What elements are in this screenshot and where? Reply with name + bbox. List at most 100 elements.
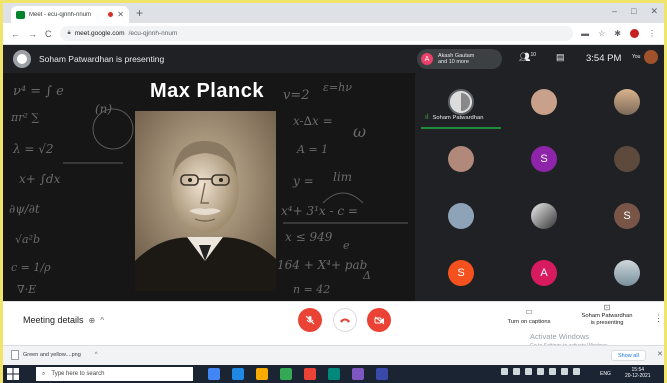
participant-avatar-s2: S: [614, 202, 640, 229]
participant-tile-5[interactable]: S: [504, 130, 584, 187]
app-icon-5[interactable]: [304, 368, 316, 380]
browser-tab-meet[interactable]: Meet - ecu-qjnnh-nnum ✕: [11, 6, 129, 23]
extensions-icon[interactable]: ✱: [614, 29, 621, 38]
download-bar-close-icon[interactable]: ✕: [657, 350, 663, 358]
pill-line1: Akash Gautam: [438, 52, 475, 59]
participant-avatar-a: A: [531, 259, 557, 286]
active-speaker-label: ıl Soham Patwardhan: [425, 114, 483, 121]
app-icon-4[interactable]: [280, 368, 292, 380]
participant-photo-2: [531, 88, 557, 115]
svg-text:∇·E: ∇·E: [17, 283, 36, 296]
volume-icon[interactable]: [573, 368, 580, 375]
download-filename: Green and yellow....png: [23, 352, 81, 358]
captions-label: Turn on captions: [507, 319, 551, 325]
participant-tile-2[interactable]: [504, 73, 584, 130]
file-explorer-icon[interactable]: [256, 368, 268, 380]
chevron-up-icon[interactable]: ^: [95, 352, 98, 358]
mic-off-button[interactable]: [298, 308, 322, 332]
participant-tile-active[interactable]: ıl Soham Patwardhan: [421, 73, 501, 130]
minimize-icon[interactable]: –: [612, 6, 617, 17]
participant-tile-7[interactable]: [421, 187, 501, 244]
self-view[interactable]: You: [632, 50, 659, 64]
show-all-button[interactable]: Show all: [611, 350, 646, 361]
browser-menu-icon[interactable]: ⋮: [648, 29, 656, 38]
presenter-avatar: [13, 50, 31, 68]
participant-tile-4[interactable]: [421, 130, 501, 187]
active-avatar-graphic: [450, 90, 472, 113]
taskbar-date: 20-12-2021: [625, 373, 651, 379]
svg-text:x+ ∫dx: x+ ∫dx: [19, 172, 61, 186]
meet-clock: 3:54 PM: [586, 53, 622, 64]
participant-tile-9[interactable]: S: [587, 187, 667, 244]
forward-icon[interactable]: →: [28, 29, 37, 39]
participant-tile-3[interactable]: [587, 73, 667, 130]
presenter-line1: Soham Patwardhan: [581, 313, 633, 319]
url-host: meet.google.com: [74, 30, 125, 37]
participant-photo-active: [448, 88, 474, 115]
maximize-icon[interactable]: □: [631, 6, 636, 17]
participant-photo-4: [448, 145, 474, 172]
svg-text:164 + X⁴+ pab: 164 + X⁴+ pab: [277, 258, 367, 272]
svg-text:v=2: v=2: [283, 88, 310, 103]
search-icon: ⌕: [42, 370, 46, 377]
tab-title: Meet - ecu-qjnnh-nnum: [29, 11, 92, 18]
taskbar-clock[interactable]: 15:54 20-12-2021: [625, 367, 651, 379]
meeting-details-button[interactable]: Meeting details ⊕ ^: [23, 315, 104, 325]
camera-indicator-icon[interactable]: ▬: [581, 29, 589, 38]
participant-tile-8[interactable]: [504, 187, 584, 244]
participant-tile-10[interactable]: S: [421, 244, 501, 301]
participant-avatar-s3: S: [448, 259, 474, 286]
people-icon[interactable]: 👥︎10: [519, 52, 536, 63]
participant-tile-12[interactable]: [587, 244, 667, 301]
chat-icon[interactable]: ▤: [556, 52, 565, 63]
tray-icon-2[interactable]: [513, 368, 520, 375]
download-item[interactable]: Green and yellow....png ^: [11, 350, 98, 360]
pill-line2: and 10 more: [438, 59, 469, 65]
new-tab-button[interactable]: +: [136, 6, 143, 20]
svg-text:√a²b: √a²b: [15, 233, 40, 246]
participant-tile-6[interactable]: [587, 130, 667, 187]
hang-up-icon: [340, 318, 350, 323]
wifi-icon[interactable]: [561, 368, 568, 375]
participants-pill-text: Akash Gautam and 10 more: [438, 53, 474, 66]
back-icon[interactable]: ←: [11, 29, 20, 39]
tab-close-icon[interactable]: ✕: [117, 10, 124, 19]
participant-tile-11[interactable]: A: [504, 244, 584, 301]
app-icon-8[interactable]: [376, 368, 388, 380]
tray-icon-1[interactable]: [501, 368, 508, 375]
star-icon[interactable]: ☆: [598, 29, 605, 38]
windows-start-icon[interactable]: [7, 368, 19, 380]
participants-pill[interactable]: A Akash Gautam and 10 more: [417, 49, 502, 69]
app-icon-6[interactable]: [328, 368, 340, 380]
captions-button[interactable]: ▭ Turn on captions: [500, 307, 558, 325]
svg-text:ε=hν: ε=hν: [323, 81, 352, 94]
present-status-button[interactable]: ⊡ Soham Patwardhan is presenting: [575, 304, 639, 327]
more-options-icon[interactable]: ⋮: [654, 313, 663, 324]
svg-text:x ≤ 949: x ≤ 949: [285, 230, 333, 244]
tray-icon-4[interactable]: [537, 368, 544, 375]
system-tray: [501, 368, 580, 375]
svg-text:e: e: [343, 239, 350, 252]
meet-top-icons: 👥︎10 ▤: [519, 52, 565, 63]
taskbar-search-box[interactable]: ⌕ Type here to search: [36, 367, 193, 381]
browser-toolbar: ← → C 🔒︎ meet.google.com/ecu-qjnnh-nnum …: [3, 23, 664, 45]
browser-tab-strip: Meet - ecu-qjnnh-nnum ✕ + – □ ✕: [3, 3, 664, 23]
participant-photo-6: [614, 145, 640, 172]
tray-icon-5[interactable]: [549, 368, 556, 375]
camera-off-button[interactable]: [367, 308, 391, 332]
reload-icon[interactable]: C: [45, 29, 52, 39]
window-close-icon[interactable]: ✕: [650, 6, 658, 17]
browser-right-tools: ▬ ☆ ✱ ⋮: [581, 29, 656, 38]
input-language[interactable]: ENG: [600, 371, 611, 377]
leave-call-button[interactable]: [333, 308, 357, 332]
edge-app-icon[interactable]: [232, 368, 244, 380]
profile-avatar[interactable]: [630, 29, 639, 38]
tray-icon-3[interactable]: [525, 368, 532, 375]
captions-icon: ▭: [525, 307, 533, 316]
address-bar[interactable]: 🔒︎ meet.google.com/ecu-qjnnh-nnum: [59, 26, 574, 41]
active-speaker-underline: [421, 127, 501, 129]
svg-text:c = 1/ρ: c = 1/ρ: [11, 261, 51, 274]
chrome-app-icon[interactable]: [208, 368, 220, 380]
app-icon-7[interactable]: [352, 368, 364, 380]
presenter-line2: is presenting: [590, 320, 624, 326]
